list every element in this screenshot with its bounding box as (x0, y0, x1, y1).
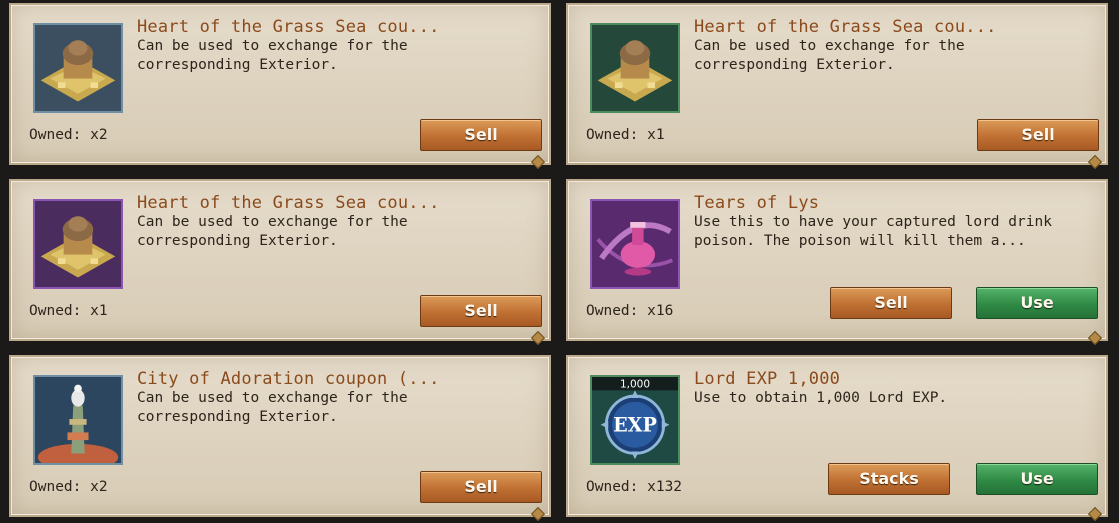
owned-count: Owned: x1 (29, 303, 108, 319)
exp-amount-caption: 1,000 (620, 379, 650, 391)
sell-button[interactable]: Sell (420, 471, 542, 503)
item-description: Can be used to exchange for the correspo… (137, 214, 408, 249)
exp-label: EXP (613, 413, 657, 436)
owned-count: Owned: x132 (586, 479, 683, 495)
grass-sea-building-icon (590, 23, 680, 113)
item-title: Tears of Lys (694, 193, 820, 213)
sell-button[interactable]: Sell (420, 295, 542, 327)
item-title: Heart of the Grass Sea cou... (137, 17, 440, 37)
use-button[interactable]: Use (976, 287, 1098, 319)
owned-count: Owned: x2 (29, 479, 108, 495)
item-title: Heart of the Grass Sea cou... (137, 193, 440, 213)
sell-button[interactable]: Sell (420, 119, 542, 151)
use-button[interactable]: Use (976, 463, 1098, 495)
card-corner-ornament (1087, 154, 1103, 170)
card-corner-ornament (530, 154, 546, 170)
card-corner-ornament (1087, 330, 1103, 346)
sell-button[interactable]: Sell (977, 119, 1099, 151)
item-title: City of Adoration coupon (... (137, 369, 440, 389)
card-corner-ornament (1087, 506, 1103, 522)
item-description: Use this to have your captured lord drin… (694, 214, 1052, 249)
owned-count: Owned: x16 (586, 303, 674, 319)
owned-count: Owned: x1 (586, 127, 665, 143)
poison-vial-icon (590, 199, 680, 289)
item-title: Lord EXP 1,000 (694, 369, 841, 389)
item-card: 1,000 EXP Lord EXP 1,000 Use to obtain 1… (566, 355, 1108, 522)
item-card: Tears of Lys Use this to have your captu… (566, 179, 1108, 346)
sell-button[interactable]: Sell (830, 287, 952, 319)
item-title: Heart of the Grass Sea cou... (694, 17, 997, 37)
grass-sea-building-icon (33, 23, 123, 113)
stacks-button[interactable]: Stacks (828, 463, 950, 495)
item-description: Can be used to exchange for the correspo… (694, 38, 965, 73)
card-corner-ornament (530, 330, 546, 346)
item-card: Heart of the Grass Sea cou... Can be use… (9, 179, 551, 346)
item-card: Heart of the Grass Sea cou... Can be use… (566, 3, 1108, 170)
card-corner-ornament (530, 506, 546, 522)
item-description: Can be used to exchange for the correspo… (137, 38, 408, 73)
item-description: Use to obtain 1,000 Lord EXP. (694, 390, 948, 406)
item-card: City of Adoration coupon (... Can be use… (9, 355, 551, 522)
grass-sea-building-icon (33, 199, 123, 289)
item-card: Heart of the Grass Sea cou... Can be use… (9, 3, 551, 170)
item-description: Can be used to exchange for the correspo… (137, 390, 408, 425)
exp-badge-icon: 1,000 EXP (590, 375, 680, 465)
owned-count: Owned: x2 (29, 127, 108, 143)
city-of-adoration-tower-icon (33, 375, 123, 465)
